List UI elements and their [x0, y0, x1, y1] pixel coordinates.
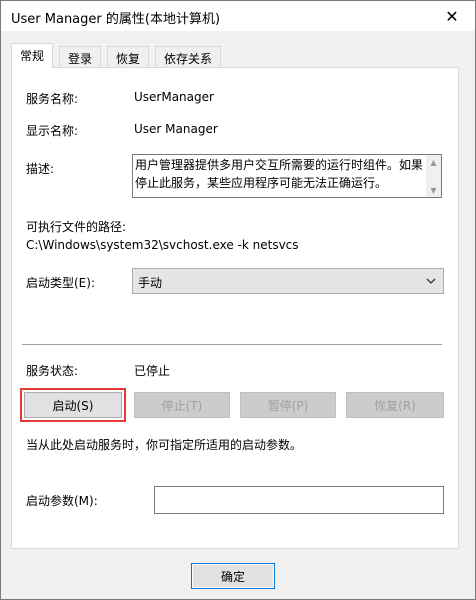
close-button[interactable]: ✕: [429, 1, 475, 31]
service-properties-dialog: User Manager 的属性(本地计算机) ✕ 常规 登录 恢复 依存关系 …: [0, 0, 476, 600]
resume-button[interactable]: 恢复(R): [346, 392, 444, 418]
resume-button-label: 恢复(R): [374, 398, 416, 413]
tab-general[interactable]: 常规: [11, 43, 54, 68]
stop-button[interactable]: 停止(T): [134, 392, 230, 418]
section-divider: [22, 344, 442, 345]
start-button[interactable]: 启动(S): [24, 392, 122, 418]
service-status-value: 已停止: [134, 364, 171, 378]
ok-button[interactable]: 确定: [191, 563, 275, 589]
exe-path-label: 可执行文件的路径:: [26, 220, 127, 234]
scroll-down-icon[interactable]: ▼: [428, 185, 439, 195]
tab-dependencies[interactable]: 依存关系: [155, 46, 222, 66]
pause-button-label: 暂停(P): [267, 398, 309, 413]
ok-button-label: 确定: [220, 569, 245, 584]
startup-type-select[interactable]: 手动: [132, 268, 444, 294]
start-params-hint: 当从此处启动服务时，你可指定所适用的启动参数。: [26, 438, 303, 452]
close-icon: ✕: [445, 6, 459, 26]
tab-logon[interactable]: 登录: [59, 46, 102, 66]
title-bar: User Manager 的属性(本地计算机) ✕: [1, 1, 475, 31]
start-button-label: 启动(S): [52, 398, 94, 413]
description-label: 描述:: [26, 162, 55, 176]
scroll-up-icon[interactable]: ▲: [428, 157, 439, 167]
tab-general-label: 常规: [20, 49, 45, 63]
start-params-label: 启动参数(M):: [26, 494, 98, 508]
exe-path-value: C:\Windows\system32\svchost.exe -k netsv…: [26, 238, 299, 252]
description-text: 用户管理器提供多用户交互所需要的运行时组件。如果停止此服务，某些应用程序可能无法…: [135, 158, 424, 190]
stop-button-label: 停止(T): [161, 398, 203, 413]
description-box[interactable]: 用户管理器提供多用户交互所需要的运行时组件。如果停止此服务，某些应用程序可能无法…: [132, 154, 442, 198]
tab-recovery[interactable]: 恢复: [107, 46, 150, 66]
window-title: User Manager 的属性(本地计算机): [11, 12, 221, 27]
startup-type-label: 启动类型(E):: [26, 276, 95, 290]
tab-recovery-label: 恢复: [116, 52, 141, 66]
tab-dependencies-label: 依存关系: [164, 52, 213, 66]
general-tab-panel: 服务名称: UserManager 显示名称: User Manager 描述:…: [11, 67, 459, 549]
display-name-value: User Manager: [134, 122, 218, 136]
display-name-label: 显示名称:: [26, 124, 79, 138]
chevron-down-icon: [426, 278, 436, 284]
pause-button[interactable]: 暂停(P): [240, 392, 336, 418]
service-status-label: 服务状态:: [26, 364, 79, 378]
startup-type-value: 手动: [138, 276, 163, 290]
service-name-label: 服务名称:: [26, 92, 79, 106]
tab-logon-label: 登录: [68, 52, 93, 66]
description-scrollbar[interactable]: ▲ ▼: [426, 155, 441, 197]
start-params-input[interactable]: [154, 486, 444, 514]
service-name-value: UserManager: [134, 90, 214, 104]
